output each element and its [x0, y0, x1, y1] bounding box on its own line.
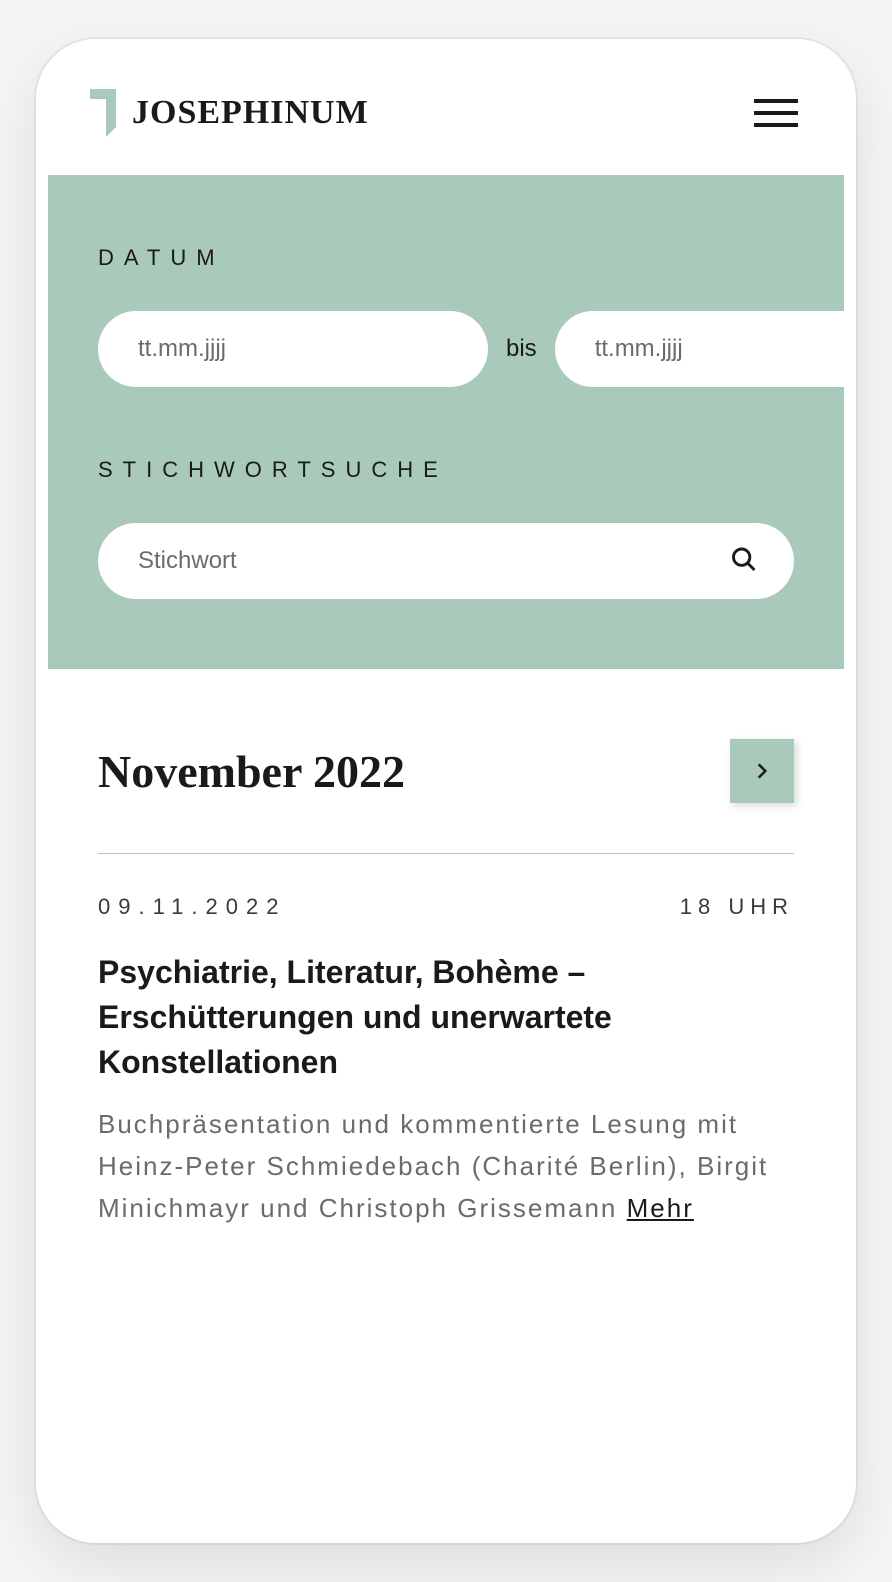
search-button[interactable] [726, 542, 762, 581]
month-header: November 2022 [98, 739, 794, 803]
section-divider [98, 853, 794, 854]
brand-name: JOSEPHINUM [132, 94, 369, 132]
search-panel: DATUM bis STICHWORTSUCHE [48, 175, 844, 669]
date-from-input[interactable] [98, 311, 488, 387]
event-date: 09.11.2022 [98, 894, 286, 920]
keyword-input[interactable] [98, 523, 794, 599]
event-description: Buchpräsentation und kommentierte Lesung… [98, 1104, 794, 1229]
search-icon [730, 546, 758, 574]
event-meta-row: 09.11.2022 18 UHR [98, 894, 794, 920]
phone-frame: JOSEPHINUM DATUM bis STICHWORTSUCHE [36, 39, 856, 1543]
hamburger-icon [754, 99, 798, 103]
month-title: November 2022 [98, 745, 405, 798]
keyword-field-wrapper [98, 523, 794, 599]
more-link[interactable]: Mehr [627, 1193, 694, 1223]
menu-button[interactable] [750, 95, 802, 131]
event-item: 09.11.2022 18 UHR Psychiatrie, Literatur… [98, 894, 794, 1229]
next-month-button[interactable] [730, 739, 794, 803]
logo-icon [90, 89, 116, 137]
app-header: JOSEPHINUM [48, 51, 844, 175]
keyword-label: STICHWORTSUCHE [98, 457, 794, 483]
phone-screen: JOSEPHINUM DATUM bis STICHWORTSUCHE [48, 51, 844, 1531]
date-range-row: bis [98, 311, 794, 387]
event-time: 18 UHR [680, 894, 794, 920]
events-section: November 2022 09.11.2022 18 UHR Psychiat… [48, 669, 844, 1279]
date-to-input[interactable] [555, 311, 844, 387]
date-label: DATUM [98, 245, 794, 271]
chevron-right-icon [752, 761, 772, 781]
brand-logo[interactable]: JOSEPHINUM [90, 89, 369, 137]
date-separator-label: bis [506, 335, 537, 363]
event-title: Psychiatrie, Literatur, Bohème – Erschüt… [98, 950, 794, 1084]
